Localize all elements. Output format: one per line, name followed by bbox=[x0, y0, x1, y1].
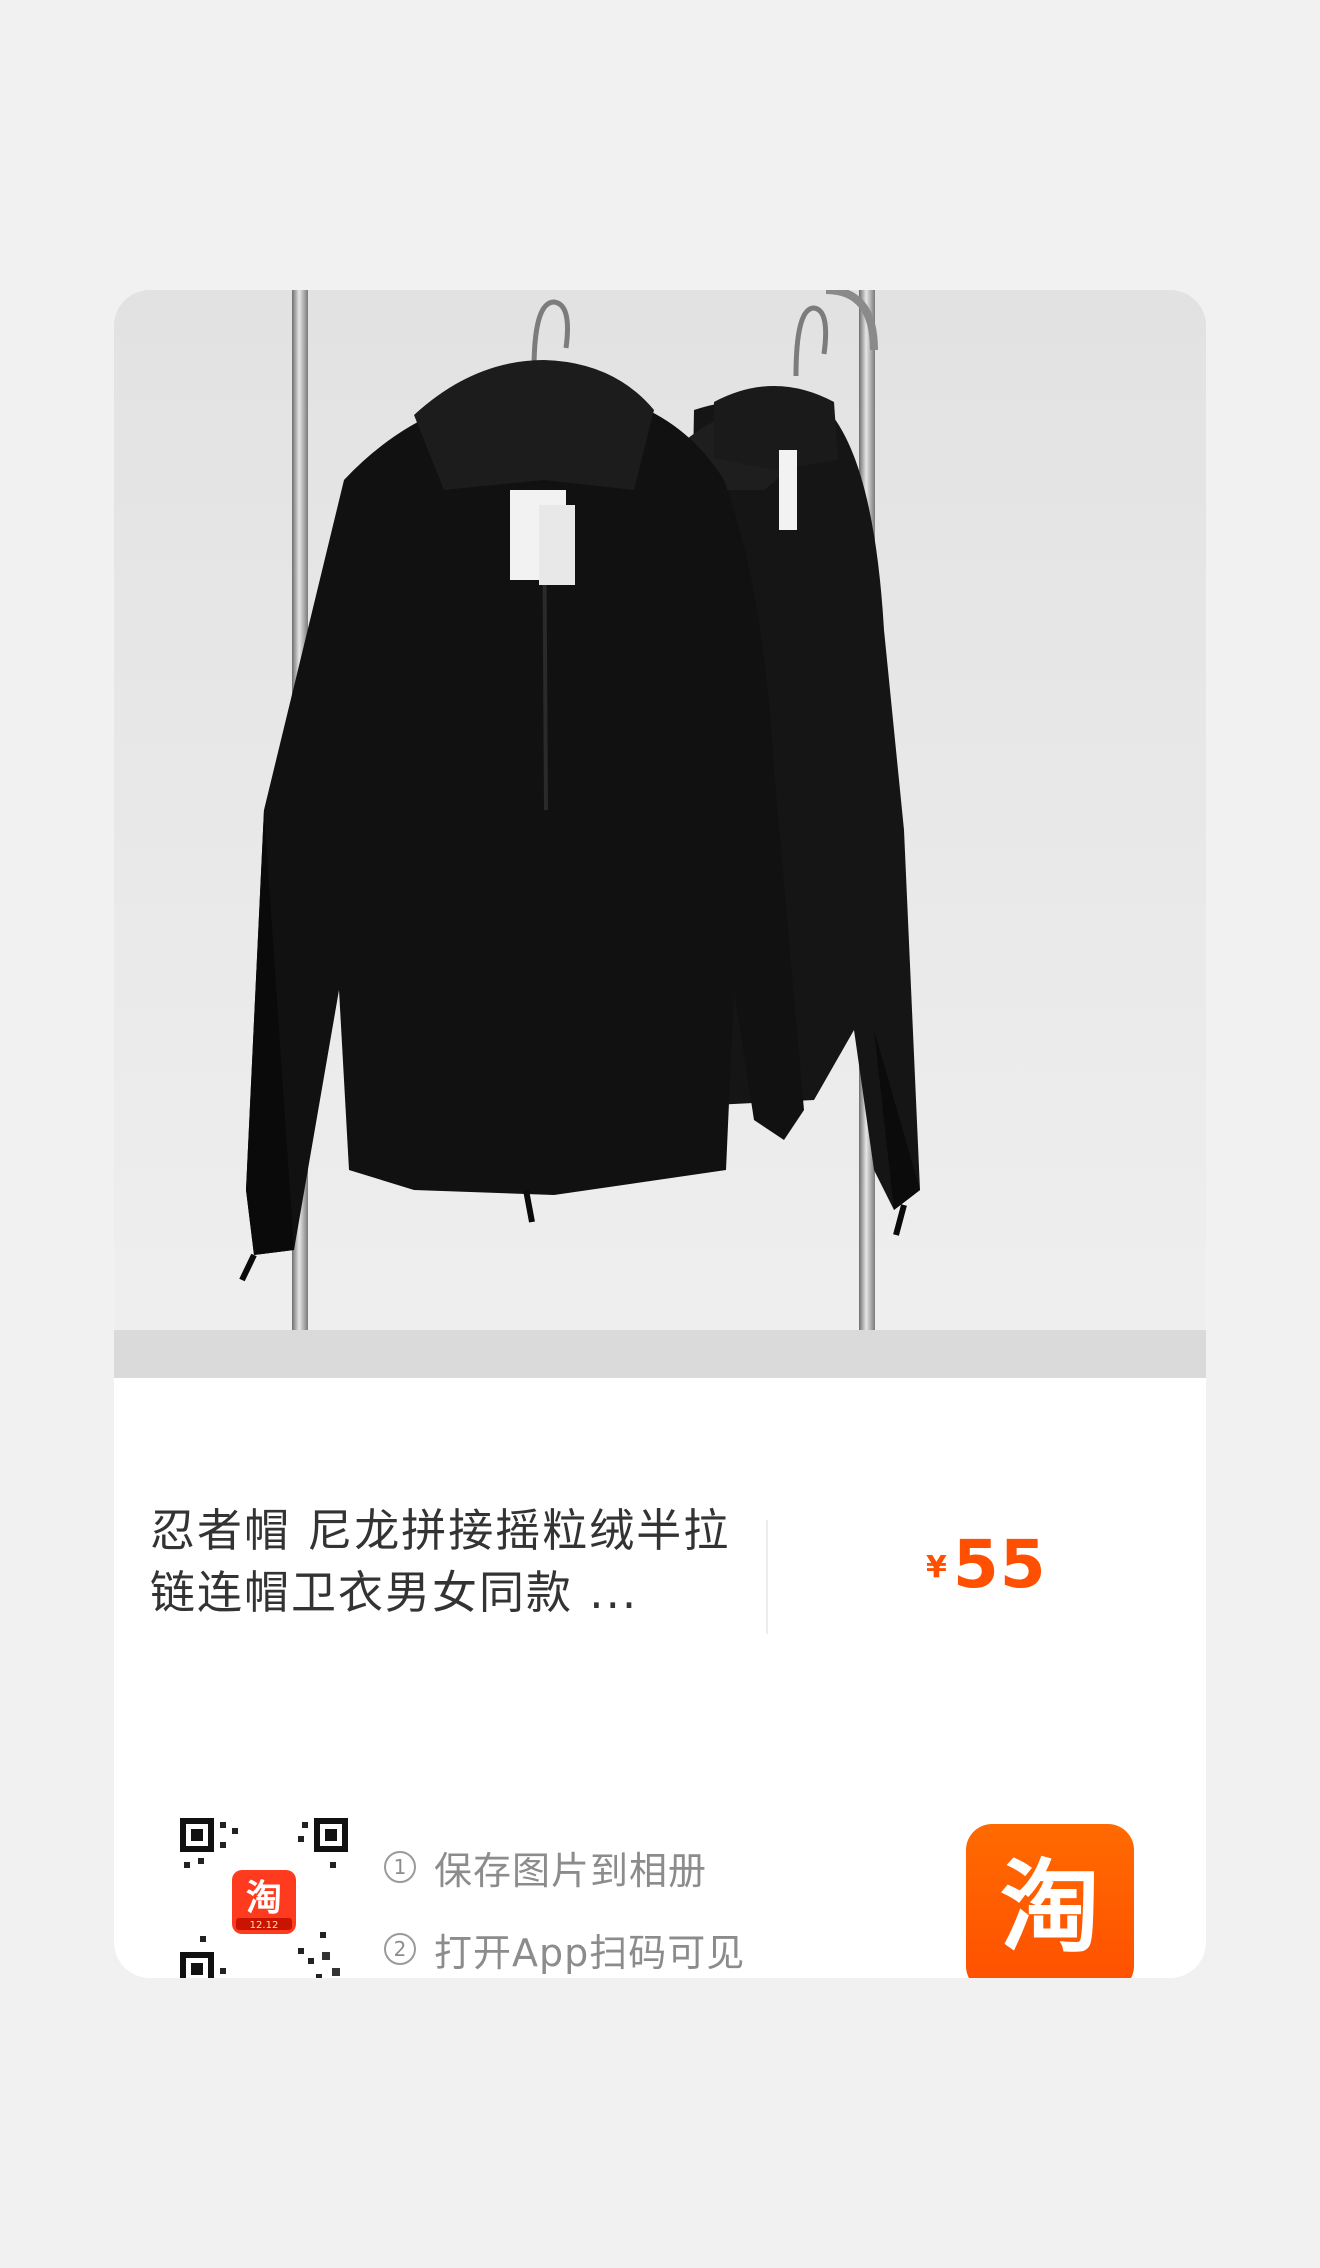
product-image[interactable] bbox=[114, 290, 1206, 1378]
step-number-icon: 2 bbox=[384, 1933, 416, 1965]
price: ¥55 bbox=[926, 1526, 1047, 1603]
price-amount: 55 bbox=[952, 1526, 1047, 1603]
taobao-logo-char: 淘 bbox=[1000, 1849, 1100, 1966]
qr-code[interactable]: 淘 12.12 bbox=[180, 1818, 348, 1978]
step-open-app: 2 打开App扫码可见 bbox=[384, 1908, 745, 1978]
share-steps: 1 保存图片到相册 2 打开App扫码可见 bbox=[384, 1826, 745, 1978]
currency-symbol: ¥ bbox=[926, 1550, 947, 1585]
share-card: 忍者帽 尼龙拼接摇粒绒半拉链连帽卫衣男女同款 ... ¥55 淘 12.12 1… bbox=[114, 290, 1206, 1978]
step-save-image: 1 保存图片到相册 bbox=[384, 1826, 745, 1908]
product-info: 忍者帽 尼龙拼接摇粒绒半拉链连帽卫衣男女同款 ... ¥55 淘 12.12 1… bbox=[114, 1378, 1206, 1978]
qr-code-icon: 淘 12.12 bbox=[180, 1818, 348, 1978]
product-title[interactable]: 忍者帽 尼龙拼接摇粒绒半拉链连帽卫衣男女同款 ... bbox=[150, 1500, 740, 1624]
step-number-icon: 1 bbox=[384, 1851, 416, 1883]
step-open-app-text: 打开App扫码可见 bbox=[434, 1930, 746, 1975]
step-save-image-text: 保存图片到相册 bbox=[434, 1848, 708, 1893]
divider bbox=[766, 1520, 768, 1634]
taobao-logo[interactable]: 淘 bbox=[966, 1824, 1134, 1978]
product-photo-illustration bbox=[114, 290, 1206, 1378]
qr-badge-char: 淘 bbox=[246, 1878, 282, 1919]
qr-badge-sub: 12.12 bbox=[250, 1920, 279, 1931]
